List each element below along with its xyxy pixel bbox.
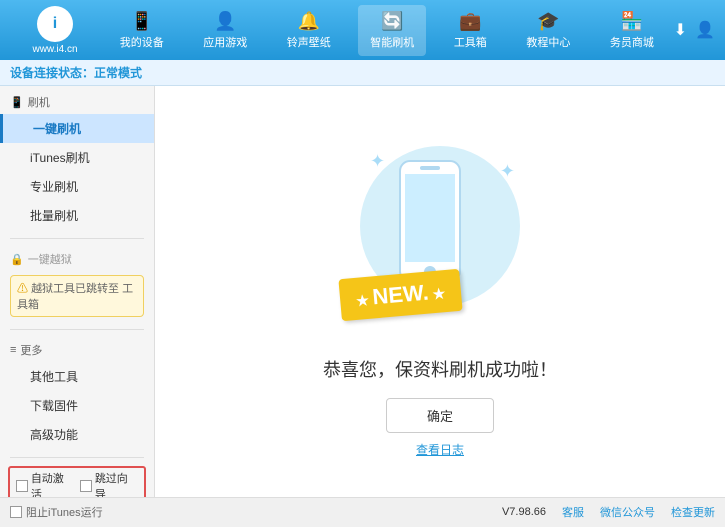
auto-options-box: 自动激活 跳过向导	[8, 466, 146, 497]
my-device-icon: 📱	[131, 11, 153, 32]
nav-tab-toolbox[interactable]: 💼 工具箱	[442, 5, 499, 56]
user-icon[interactable]: 👤	[695, 20, 715, 40]
version-label: V7.98.66	[502, 506, 546, 518]
nav-tab-tutorial-label: 教程中心	[526, 34, 570, 50]
download-icon[interactable]: ⬇	[674, 20, 687, 40]
footer-link-update[interactable]: 检查更新	[671, 504, 715, 520]
nav-tab-my-device-label: 我的设备	[120, 34, 164, 50]
success-illustration: ✦ ✦ NEW.	[340, 126, 540, 346]
nav-tab-app-game[interactable]: 👤 应用游戏	[191, 5, 259, 56]
logo-url: www.i4.cn	[32, 44, 77, 55]
restore-label: 一键越狱	[28, 251, 72, 267]
nav-tab-ringtone[interactable]: 🔔 铃声壁纸	[275, 5, 343, 56]
tutorial-icon: 🎓	[537, 11, 559, 32]
auto-activate-label: 自动激活	[31, 470, 74, 497]
sparkle-top-right: ✦	[500, 161, 515, 182]
stop-itunes-checkbox[interactable]	[10, 506, 22, 518]
success-text: 恭喜您，保资料刷机成功啦！	[323, 356, 557, 382]
nav-tab-my-device[interactable]: 📱 我的设备	[108, 5, 176, 56]
lock-icon: 🔒	[10, 253, 24, 266]
status-bar: 设备连接状态：正常模式	[0, 60, 725, 86]
nav-tab-ringtone-label: 铃声壁纸	[287, 34, 331, 50]
pro-flash-label: 专业刷机	[30, 178, 78, 195]
confirm-button[interactable]: 确定	[386, 398, 494, 433]
sparkle-top-left: ✦	[370, 151, 385, 172]
sidebar-divider-3	[10, 457, 144, 458]
other-tools-label: 其他工具	[30, 368, 78, 385]
toolbox-icon: 💼	[459, 11, 481, 32]
status-value: 正常模式	[94, 66, 142, 80]
more-label: 更多	[20, 342, 42, 358]
sidebar-restore-section: 🔒 一键越狱 ⚠ 越狱工具已跳转至 工具箱	[0, 243, 154, 325]
sidebar-divider-1	[10, 238, 144, 239]
nav-tab-tutorial[interactable]: 🎓 教程中心	[514, 5, 582, 56]
footer-left: 阻止iTunes运行	[10, 504, 103, 520]
sidebar-item-one-click-flash[interactable]: 一键刷机	[0, 114, 154, 143]
auto-guide-checkbox[interactable]	[80, 480, 92, 492]
auto-guide-option[interactable]: 跳过向导	[80, 470, 138, 497]
status-prefix: 设备连接状态：	[10, 66, 94, 80]
stop-itunes-label: 阻止iTunes运行	[26, 504, 103, 520]
sidebar-flash-section: 📱 刷机 一键刷机 iTunes刷机 专业刷机 批量刷机	[0, 86, 154, 234]
sidebar-item-download-firmware[interactable]: 下载固件	[0, 391, 154, 420]
ringtone-icon: 🔔	[298, 11, 320, 32]
auto-activate-option[interactable]: 自动激活	[16, 470, 74, 497]
logo-icon: i	[37, 6, 73, 42]
flash-group-icon: 📱	[10, 96, 24, 109]
header-right-controls: ⬇ 👤	[674, 20, 715, 40]
main-content: ✦ ✦ NEW. 恭喜您，保资料刷机成功啦！ 确定 查看日志	[155, 86, 725, 497]
nav-tabs: 📱 我的设备 👤 应用游戏 🔔 铃声壁纸 🔄 智能刷机 💼 工具箱 🎓 教程中心…	[100, 5, 674, 56]
footer-link-wechat[interactable]: 微信公众号	[600, 504, 655, 520]
auto-options-wrapper: 自动激活 跳过向导	[0, 462, 154, 497]
logo-char: i	[53, 15, 57, 33]
service-icon: 🏪	[621, 11, 643, 32]
sidebar-flash-label: 刷机	[28, 94, 50, 110]
sidebar-item-other-tools[interactable]: 其他工具	[0, 362, 154, 391]
sidebar-flash-group: 📱 刷机	[0, 90, 154, 114]
main-area: 📱 刷机 一键刷机 iTunes刷机 专业刷机 批量刷机 🔒 一键越狱	[0, 86, 725, 497]
app-header: i www.i4.cn 📱 我的设备 👤 应用游戏 🔔 铃声壁纸 🔄 智能刷机 …	[0, 0, 725, 60]
log-link[interactable]: 查看日志	[416, 441, 464, 458]
itunes-flash-label: iTunes刷机	[30, 149, 90, 166]
more-group-icon: ≡	[10, 344, 16, 356]
sidebar-divider-2	[10, 329, 144, 330]
sidebar-more-group: ≡ 更多	[0, 338, 154, 362]
sidebar: 📱 刷机 一键刷机 iTunes刷机 专业刷机 批量刷机 🔒 一键越狱	[0, 86, 155, 497]
warning-text: 越狱工具已跳转至 工具箱	[17, 283, 133, 311]
footer-right: V7.98.66 客服 微信公众号 检查更新	[502, 504, 715, 520]
footer-bar: 阻止iTunes运行 V7.98.66 客服 微信公众号 检查更新	[0, 497, 725, 525]
smart-flash-icon: 🔄	[381, 11, 403, 32]
phone-illustration	[395, 156, 465, 286]
footer-link-service[interactable]: 客服	[562, 504, 584, 520]
nav-tab-toolbox-label: 工具箱	[454, 34, 487, 50]
nav-tab-service[interactable]: 🏪 务员商城	[598, 5, 666, 56]
sidebar-item-batch-flash[interactable]: 批量刷机	[0, 201, 154, 230]
sidebar-warning-box: ⚠ 越狱工具已跳转至 工具箱	[10, 275, 144, 317]
sidebar-item-pro-flash[interactable]: 专业刷机	[0, 172, 154, 201]
one-click-flash-label: 一键刷机	[33, 120, 81, 137]
new-badge: NEW.	[338, 268, 462, 320]
auto-guide-label: 跳过向导	[95, 470, 138, 497]
nav-tab-smart-flash-label: 智能刷机	[370, 34, 414, 50]
sidebar-item-itunes-flash[interactable]: iTunes刷机	[0, 143, 154, 172]
nav-tab-service-label: 务员商城	[610, 34, 654, 50]
sidebar-more-section: ≡ 更多 其他工具 下载固件 高级功能	[0, 334, 154, 453]
app-logo: i www.i4.cn	[10, 6, 100, 55]
nav-tab-app-game-label: 应用游戏	[203, 34, 247, 50]
sidebar-bottom: 自动激活 跳过向导 📱 iPhone 15 Pro Max 512GB iPho…	[0, 453, 154, 497]
auto-activate-checkbox[interactable]	[16, 480, 28, 492]
warning-icon: ⚠	[17, 283, 28, 295]
app-game-icon: 👤	[214, 11, 236, 32]
download-firmware-label: 下载固件	[30, 397, 78, 414]
batch-flash-label: 批量刷机	[30, 207, 78, 224]
sidebar-restore-group: 🔒 一键越狱	[0, 247, 154, 271]
nav-tab-smart-flash[interactable]: 🔄 智能刷机	[358, 5, 426, 56]
advanced-label: 高级功能	[30, 426, 78, 443]
sidebar-item-advanced[interactable]: 高级功能	[0, 420, 154, 449]
